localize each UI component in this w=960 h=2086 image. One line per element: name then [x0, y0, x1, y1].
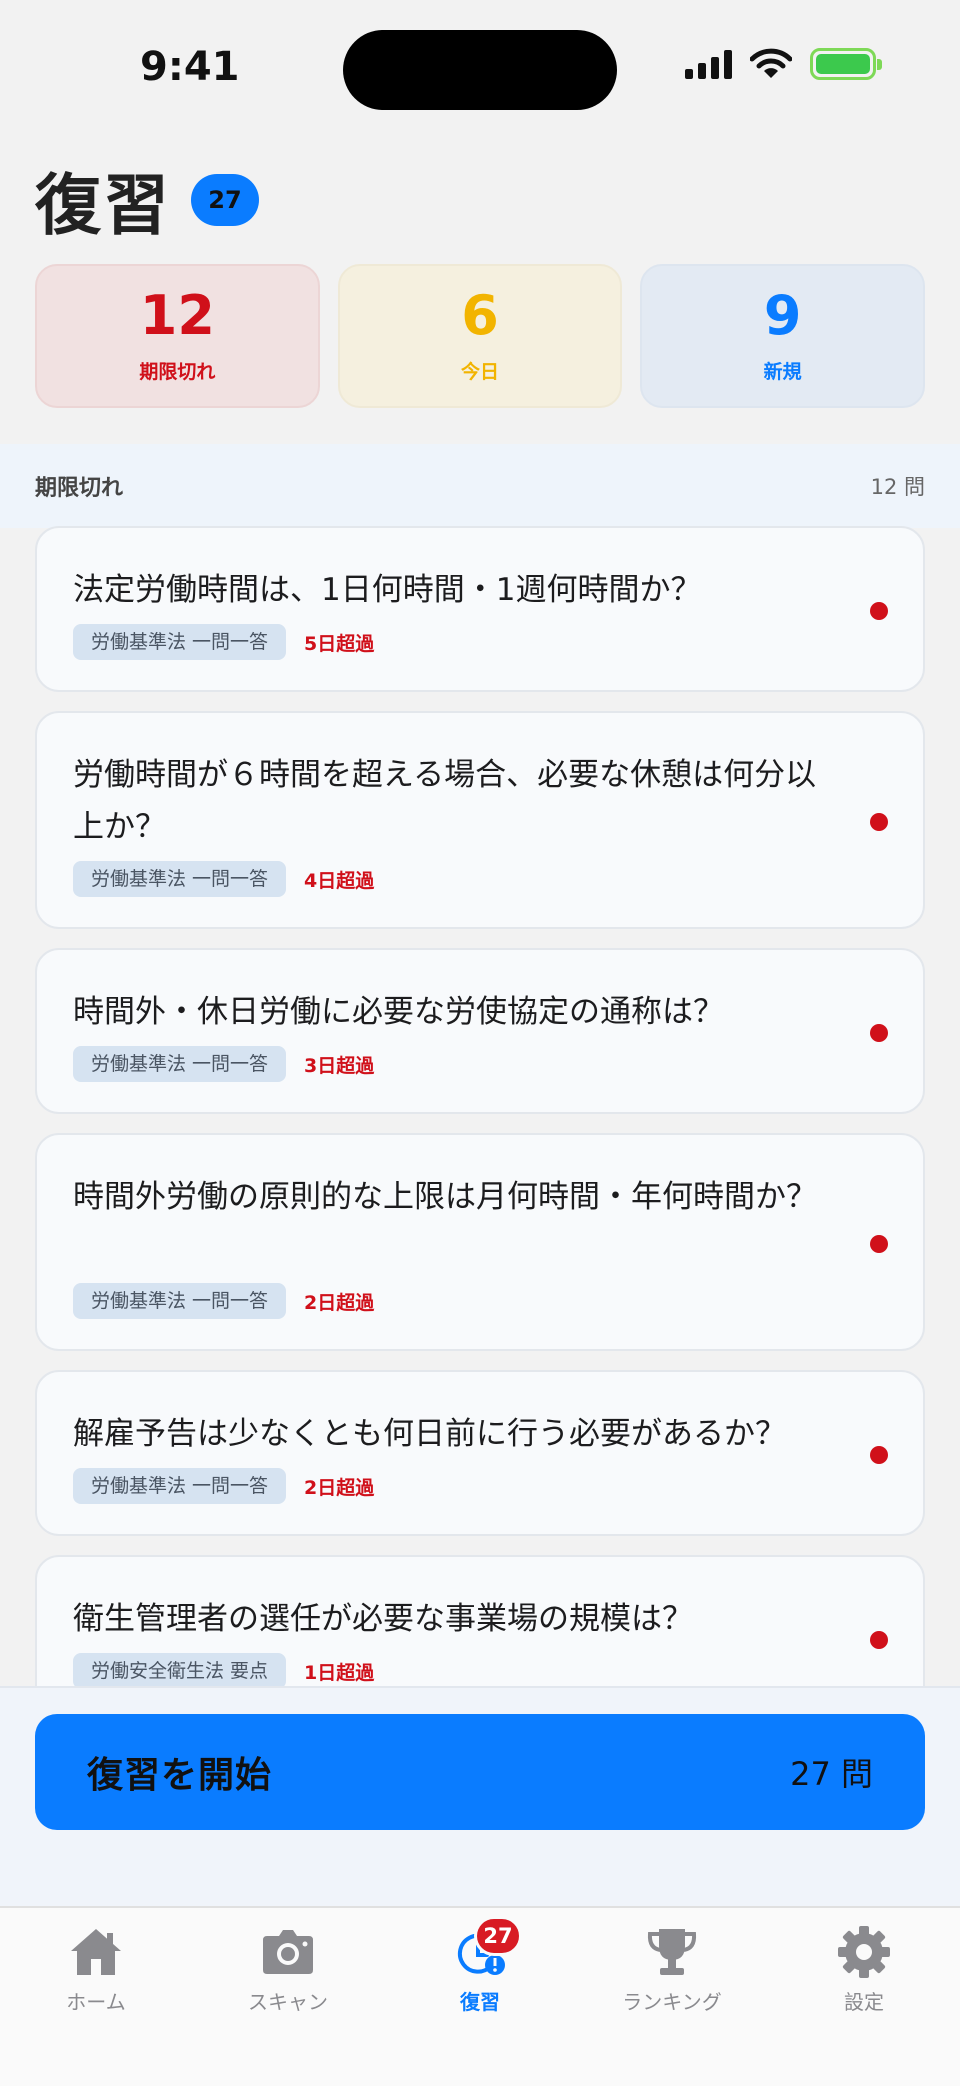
- stat-label: 今日: [461, 360, 500, 383]
- start-review-label: 復習を開始: [87, 1755, 273, 1796]
- page-header: 復習 27: [35, 152, 259, 248]
- subject-tag: 労働基準法 一問一答: [73, 1046, 287, 1082]
- overdue-label: 5日超過: [304, 632, 375, 655]
- overdue-label: 3日超過: [304, 1054, 375, 1077]
- card-meta: 労働基準法 一問一答 2日超過: [73, 1468, 374, 1504]
- review-card[interactable]: 衛生管理者の選任が必要な事業場の規模は？ 労働安全衛生法 要点 1日超過: [35, 1555, 925, 1686]
- status-time: 9:41: [140, 44, 240, 90]
- stat-card-new[interactable]: 9 新規: [640, 264, 926, 408]
- status-icons: [685, 48, 882, 80]
- review-card[interactable]: 労働時間が６時間を超える場合、必要な休憩は何分以上か？ 労働基準法 一問一答 4…: [35, 711, 925, 929]
- stat-value: 12: [139, 283, 215, 347]
- subject-tag: 労働安全衛生法 要点: [73, 1653, 287, 1686]
- stat-label: 期限切れ: [139, 360, 216, 383]
- camera-icon: [263, 1930, 313, 1974]
- overdue-dot-icon: [870, 1631, 888, 1649]
- tab-bar: ホーム スキャン 復習 27 ランキング 設定: [0, 1906, 960, 2086]
- stat-card-overdue[interactable]: 12 期限切れ: [35, 264, 320, 408]
- overdue-dot-icon: [870, 1024, 888, 1042]
- card-question: 労働時間が６時間を超える場合、必要な休憩は何分以上か？: [73, 757, 817, 845]
- overdue-label: 1日超過: [304, 1661, 375, 1684]
- tab-label: ホーム: [66, 1990, 126, 2014]
- card-meta: 労働基準法 一問一答 5日超過: [73, 624, 374, 660]
- card-question: 時間外・休日労働に必要な労使協定の通称は？: [73, 994, 724, 1030]
- card-meta: 労働安全衛生法 要点 1日超過: [73, 1653, 374, 1686]
- overdue-label: 4日超過: [304, 869, 375, 892]
- tab-settings[interactable]: 設定: [768, 1908, 960, 2086]
- start-review-count: 27 問: [790, 1755, 873, 1793]
- subject-tag: 労働基準法 一問一答: [73, 624, 287, 660]
- tab-label: ランキング: [622, 1990, 722, 2014]
- start-bar: 復習を開始 27 問: [0, 1686, 960, 1906]
- cellular-signal-icon: [685, 49, 732, 79]
- start-review-button[interactable]: 復習を開始 27 問: [35, 1714, 925, 1830]
- overdue-label: 2日超過: [304, 1476, 375, 1499]
- stat-label: 新規: [763, 360, 802, 383]
- stats-row: 12 期限切れ 6 今日 9 新規: [35, 264, 926, 408]
- overdue-dot-icon: [870, 813, 888, 831]
- trophy-icon: [647, 1929, 697, 1975]
- overdue-dot-icon: [870, 1235, 888, 1253]
- subject-tag: 労働基準法 一問一答: [73, 1283, 287, 1319]
- section-header: 期限切れ 12 問: [0, 444, 960, 528]
- stat-value: 6: [461, 283, 499, 347]
- dynamic-island: [343, 30, 617, 110]
- overdue-dot-icon: [870, 1446, 888, 1464]
- tab-label: 設定: [844, 1990, 884, 2014]
- home-icon: [71, 1929, 121, 1975]
- review-count-badge: 27: [191, 174, 259, 226]
- card-question: 衛生管理者の選任が必要な事業場の規模は？: [73, 1601, 693, 1637]
- card-meta: 労働基準法 一問一答 4日超過: [73, 861, 374, 897]
- tab-ranking[interactable]: ランキング: [576, 1908, 768, 2086]
- card-meta: 労働基準法 一問一答 3日超過: [73, 1046, 374, 1082]
- tab-label: 復習: [460, 1990, 500, 2014]
- tab-review[interactable]: 復習 27: [384, 1908, 576, 2086]
- tab-scan[interactable]: スキャン: [192, 1908, 384, 2086]
- tab-label: スキャン: [248, 1990, 328, 2014]
- stat-card-today[interactable]: 6 今日: [337, 264, 623, 408]
- card-question: 解雇予告は少なくとも何日前に行う必要があるか？: [73, 1416, 786, 1452]
- overdue-dot-icon: [870, 602, 888, 620]
- page-title: 復習: [35, 167, 171, 244]
- card-question: 時間外労働の原則的な上限は月何時間・年何時間か？: [73, 1179, 817, 1215]
- wifi-icon: [750, 48, 792, 78]
- battery-icon: [810, 48, 882, 80]
- review-card-list[interactable]: 法定労働時間は、1日何時間・1週何時間か？ 労働基準法 一問一答 5日超過 労働…: [35, 526, 925, 1686]
- card-question: 法定労働時間は、1日何時間・1週何時間か？: [73, 572, 702, 608]
- gear-icon: [838, 1926, 890, 1978]
- tab-badge: 27: [474, 1916, 522, 1956]
- status-bar: 9:41: [0, 0, 960, 140]
- section-count: 12 問: [870, 475, 925, 499]
- review-card[interactable]: 解雇予告は少なくとも何日前に行う必要があるか？ 労働基準法 一問一答 2日超過: [35, 1370, 925, 1536]
- subject-tag: 労働基準法 一問一答: [73, 1468, 287, 1504]
- subject-tag: 労働基準法 一問一答: [73, 861, 287, 897]
- tab-home[interactable]: ホーム: [0, 1908, 192, 2086]
- review-card[interactable]: 法定労働時間は、1日何時間・1週何時間か？ 労働基準法 一問一答 5日超過: [35, 526, 925, 692]
- stat-value: 9: [763, 283, 802, 347]
- overdue-label: 2日超過: [304, 1291, 375, 1314]
- section-title: 期限切れ: [35, 476, 124, 501]
- review-card[interactable]: 時間外・休日労働に必要な労使協定の通称は？ 労働基準法 一問一答 3日超過: [35, 948, 925, 1114]
- review-card[interactable]: 時間外労働の原則的な上限は月何時間・年何時間か？ 労働基準法 一問一答 2日超過: [35, 1133, 925, 1351]
- card-meta: 労働基準法 一問一答 2日超過: [73, 1283, 374, 1319]
